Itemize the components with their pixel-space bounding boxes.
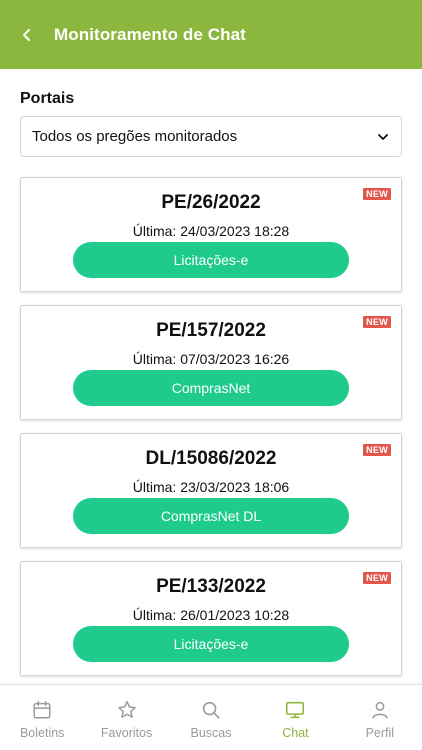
card-last-date: Última: 24/03/2023 18:28 — [132, 223, 290, 239]
card-title: PE/157/2022 — [156, 320, 266, 341]
card-title: PE/26/2022 — [161, 192, 261, 213]
tab-buscas[interactable]: Buscas — [169, 685, 253, 750]
tab-label: Buscas — [190, 726, 232, 740]
app-header: Monitoramento de Chat — [0, 0, 422, 69]
chat-card[interactable]: NEW PE/133/2022 Última: 26/01/2023 10:28… — [20, 561, 402, 676]
tab-label: Boletins — [19, 726, 65, 740]
portal-button[interactable]: Licitações-e — [73, 242, 349, 278]
portal-select-value: Todos os pregões monitorados — [32, 128, 238, 145]
chevron-left-icon — [23, 28, 30, 41]
chat-card[interactable]: NEW PE/157/2022 Última: 07/03/2023 16:26… — [20, 305, 402, 420]
card-title: PE/133/2022 — [156, 576, 266, 597]
page-title: Monitoramento de Chat — [54, 24, 246, 44]
card-title: DL/15086/2022 — [145, 448, 277, 469]
card-last-date: Última: 23/03/2023 18:06 — [132, 479, 290, 495]
search-icon — [202, 701, 220, 719]
chevron-down-icon — [378, 133, 388, 140]
tab-perfil[interactable]: Perfil — [338, 685, 422, 750]
tab-chat[interactable]: Chat — [253, 685, 337, 750]
tab-boletins[interactable]: Boletins — [0, 685, 84, 750]
portal-button[interactable]: Licitações-e — [73, 626, 349, 662]
chat-card[interactable]: NEW PE/26/2022 Última: 24/03/2023 18:28 … — [20, 177, 402, 292]
tab-label: Perfil — [365, 726, 395, 740]
chat-list: NEW PE/26/2022 Última: 24/03/2023 18:28 … — [20, 177, 402, 689]
portal-button[interactable]: ComprasNet DL — [73, 498, 349, 534]
card-last-date: Última: 07/03/2023 16:26 — [132, 351, 290, 367]
star-icon — [117, 701, 136, 718]
tab-label: Chat — [282, 726, 309, 740]
chat-card[interactable]: NEW DL/15086/2022 Última: 23/03/2023 18:… — [20, 433, 402, 548]
monitor-icon — [286, 701, 305, 719]
calendar-icon — [33, 701, 51, 719]
card-last-date: Última: 26/01/2023 10:28 — [132, 607, 290, 623]
tab-favoritos[interactable]: Favoritos — [84, 685, 168, 750]
back-button[interactable] — [0, 0, 54, 69]
tab-label: Favoritos — [100, 726, 153, 740]
bottom-tab-bar: Boletins Favoritos Buscas Chat Perfil — [0, 684, 422, 750]
user-icon — [372, 701, 388, 719]
portal-select[interactable]: Todos os pregões monitorados — [20, 116, 402, 157]
portais-label: Portais — [20, 90, 75, 107]
portal-button[interactable]: ComprasNet — [73, 370, 349, 406]
